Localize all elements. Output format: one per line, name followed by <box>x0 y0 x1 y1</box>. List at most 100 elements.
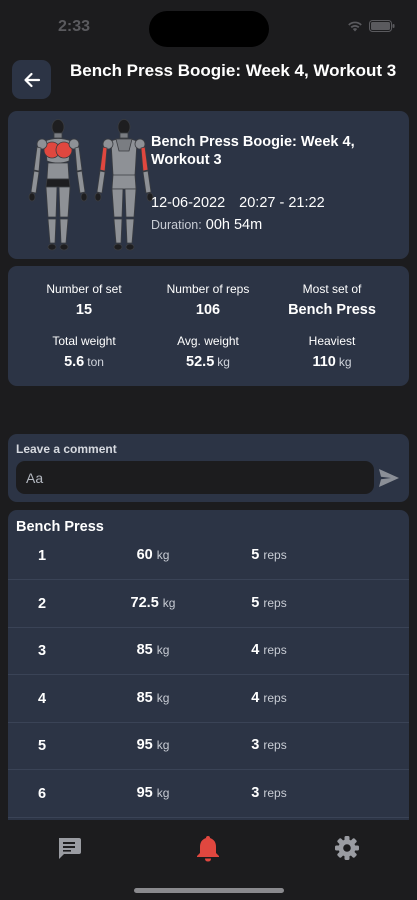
set-weight-value: 72.5 <box>130 594 159 611</box>
tab-notifications[interactable] <box>188 828 228 868</box>
set-reps: 5 reps <box>214 595 324 611</box>
workout-date: 12-06-2022 <box>151 195 226 211</box>
set-weight: 72.5 kg <box>98 595 208 611</box>
send-icon <box>379 469 399 487</box>
workout-summary-card: Bench Press Boogie: Week 4, Workout 3 12… <box>8 111 409 259</box>
stat-unit: kg <box>217 355 230 369</box>
set-weight-unit: kg <box>156 643 170 657</box>
triceps-left-highlight <box>99 146 108 172</box>
set-weight-value: 95 <box>136 784 153 801</box>
triceps-right-highlight <box>140 146 149 172</box>
stat-avg-weight: Avg. weight 52.5 kg <box>144 334 272 370</box>
set-weight: 95 kg <box>98 737 208 753</box>
body-front-figure <box>28 119 88 251</box>
set-weight: 60 kg <box>98 547 208 563</box>
set-reps-value: 4 <box>251 689 260 706</box>
tab-chat[interactable] <box>49 828 89 868</box>
set-reps-unit: reps <box>263 548 287 562</box>
stat-value: Bench Press <box>288 302 376 318</box>
muscle-map-image <box>28 119 154 251</box>
set-reps: 3 reps <box>214 785 324 801</box>
wifi-icon <box>348 21 362 32</box>
stat-number: 5.6 <box>64 354 85 370</box>
chat-icon <box>59 838 81 859</box>
workout-duration: Duration: 00h 54m <box>151 217 262 233</box>
tab-bar <box>0 820 417 900</box>
back-button[interactable] <box>12 60 51 99</box>
set-weight: 85 kg <box>98 690 208 706</box>
stat-number: 52.5 <box>186 354 215 370</box>
stat-value: 106 <box>195 302 221 318</box>
set-weight-unit: kg <box>156 690 170 705</box>
set-reps-unit: reps <box>263 643 287 657</box>
set-reps-value: 3 <box>251 737 260 753</box>
page-title: Bench Press Boogie: Week 4, Workout 3 <box>70 61 397 80</box>
battery-icon <box>369 20 395 32</box>
set-reps-value: 4 <box>251 642 260 658</box>
stat-unit: kg <box>338 355 352 369</box>
status-time: 2:33 <box>58 18 91 35</box>
set-row: 5 95 kg 3 reps <box>8 723 409 770</box>
set-weight-unit: kg <box>162 595 176 610</box>
duration-value: 00h 54m <box>205 217 263 233</box>
set-number: 5 <box>38 738 47 754</box>
workout-name: Bench Press Boogie: Week 4, Workout 3 <box>151 134 355 168</box>
set-reps: 4 reps <box>214 690 324 706</box>
set-reps: 3 reps <box>214 737 324 753</box>
workout-time-range: 20:27 - 21:22 <box>239 195 325 211</box>
set-reps: 5 reps <box>214 547 324 563</box>
set-weight: 95 kg <box>98 785 208 801</box>
stat-label: Heaviest <box>308 334 356 348</box>
status-bar: 2:33 <box>0 0 417 54</box>
set-row: 6 95 kg 3 reps <box>8 771 409 818</box>
set-reps-unit: reps <box>263 785 287 800</box>
stat-value: 110 kg <box>268 354 396 370</box>
stat-number: 110 <box>312 354 336 370</box>
stat-number-of-reps: Number of reps 106 <box>144 282 272 318</box>
tab-settings[interactable] <box>327 828 367 868</box>
set-weight-value: 85 <box>136 689 153 706</box>
set-reps-value: 5 <box>251 594 260 611</box>
bell-icon <box>197 836 219 862</box>
stat-label: Avg. weight <box>177 334 239 348</box>
comment-card: Leave a comment <box>8 434 409 502</box>
stat-unit: ton <box>87 355 104 369</box>
set-reps-value: 3 <box>251 784 260 801</box>
workout-stats-card: Number of set 15 Number of reps 106 Most… <box>8 266 409 386</box>
set-reps-unit: reps <box>263 690 287 705</box>
set-reps: 4 reps <box>214 642 324 658</box>
set-weight-unit: kg <box>156 548 170 562</box>
dynamic-island <box>149 11 269 47</box>
set-weight-value: 95 <box>136 737 153 753</box>
send-button[interactable] <box>377 466 401 490</box>
stat-label: Number of reps <box>166 282 250 296</box>
stat-label: Number of set <box>46 282 122 296</box>
set-number: 4 <box>38 690 47 707</box>
comment-input[interactable] <box>16 461 374 494</box>
stat-total-weight: Total weight 5.6 ton <box>20 334 148 370</box>
stat-label: Most set of <box>302 282 362 296</box>
set-reps-value: 5 <box>251 547 260 563</box>
set-reps-unit: reps <box>263 738 287 752</box>
set-weight-value: 60 <box>136 547 153 563</box>
body-back-figure <box>94 119 154 251</box>
arrow-left-icon <box>23 72 40 87</box>
set-number: 1 <box>38 548 47 564</box>
set-weight: 85 kg <box>98 642 208 658</box>
stat-value: 15 <box>75 302 93 318</box>
gear-icon <box>335 836 359 860</box>
set-row: 1 60 kg 5 reps <box>8 533 409 580</box>
set-reps-unit: reps <box>263 595 287 610</box>
set-weight-unit: kg <box>156 738 170 752</box>
set-row: 2 72.5 kg 5 reps <box>8 581 409 628</box>
set-number: 3 <box>38 643 47 659</box>
exercise-card: Bench Press 1 60 kg 5 reps 2 72.5 kg 5 reps 3 85 kg 4… <box>8 510 409 820</box>
stat-label: Total weight <box>52 334 116 348</box>
set-weight-unit: kg <box>156 785 170 800</box>
stat-most-set-of: Most set of Bench Press <box>268 282 396 318</box>
set-weight-value: 85 <box>136 642 153 658</box>
set-number: 6 <box>38 785 47 802</box>
stat-heaviest: Heaviest 110 kg <box>268 334 396 370</box>
stat-value: 5.6 ton <box>20 354 148 370</box>
set-number: 2 <box>38 595 47 612</box>
